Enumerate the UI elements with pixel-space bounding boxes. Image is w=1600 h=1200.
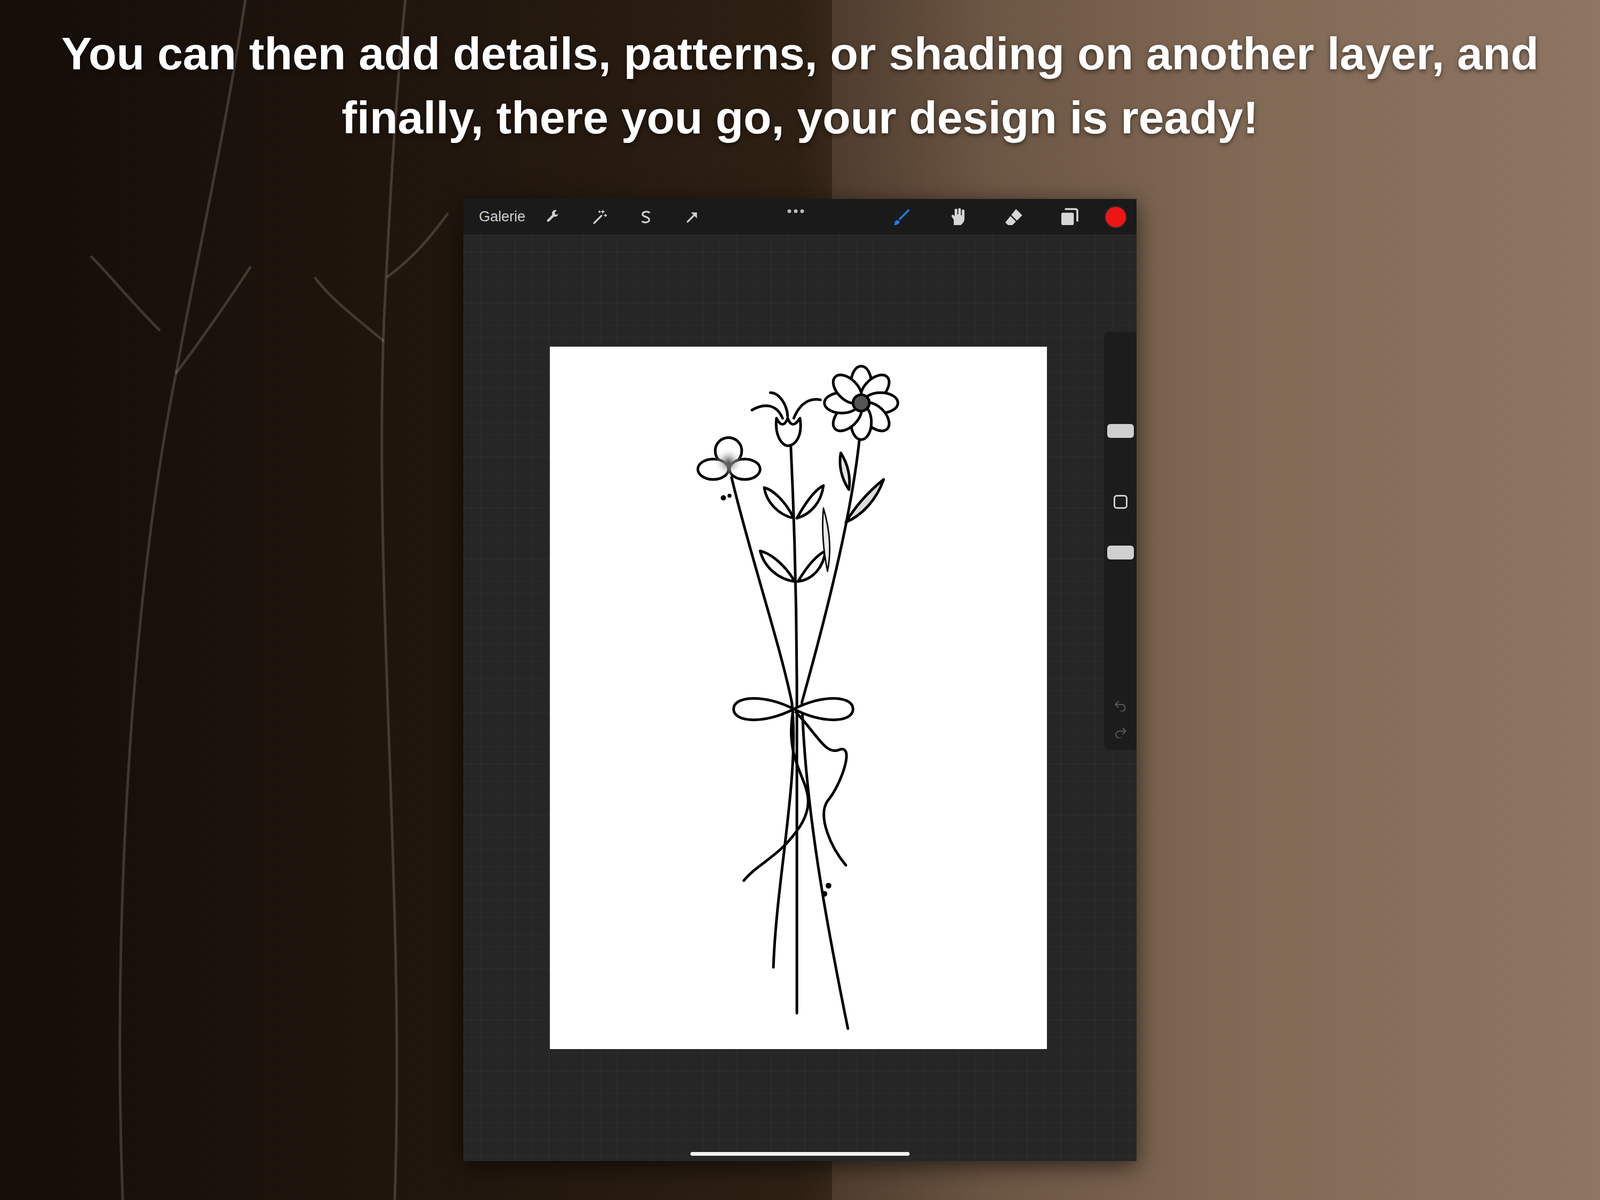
layers-icon[interactable] [1058,206,1080,228]
eraser-icon[interactable] [1002,206,1024,228]
gallery-button[interactable]: Galerie [478,208,526,226]
wrench-icon[interactable] [542,206,564,228]
procreate-screenshot: Galerie [463,198,1137,1162]
redo-icon[interactable] [1104,718,1137,746]
undo-icon[interactable] [1104,692,1137,719]
more-dots-icon[interactable] [786,204,806,218]
magic-wand-icon[interactable] [588,206,611,228]
brush-size-slider[interactable] [1104,336,1137,476]
workspace [463,234,1137,1162]
slide-caption: You can then add details, patterns, or s… [26,0,1574,150]
brush-icon[interactable] [890,206,912,228]
flower-bouquet-drawing [549,346,1047,1050]
drawing-canvas[interactable] [549,346,1047,1050]
brush-sidebar [1104,331,1137,750]
home-indicator [690,1152,910,1156]
color-swatch[interactable] [1104,205,1127,229]
slider-thumb[interactable] [1107,424,1134,438]
selection-icon[interactable] [635,206,657,228]
smudge-icon[interactable] [946,206,968,228]
transform-icon[interactable] [681,206,703,228]
tool-group [890,206,1080,228]
toolbar: Galerie [463,198,1137,235]
modify-button[interactable] [1113,494,1128,509]
opacity-slider[interactable] [1104,528,1137,688]
slider-thumb[interactable] [1107,545,1134,560]
